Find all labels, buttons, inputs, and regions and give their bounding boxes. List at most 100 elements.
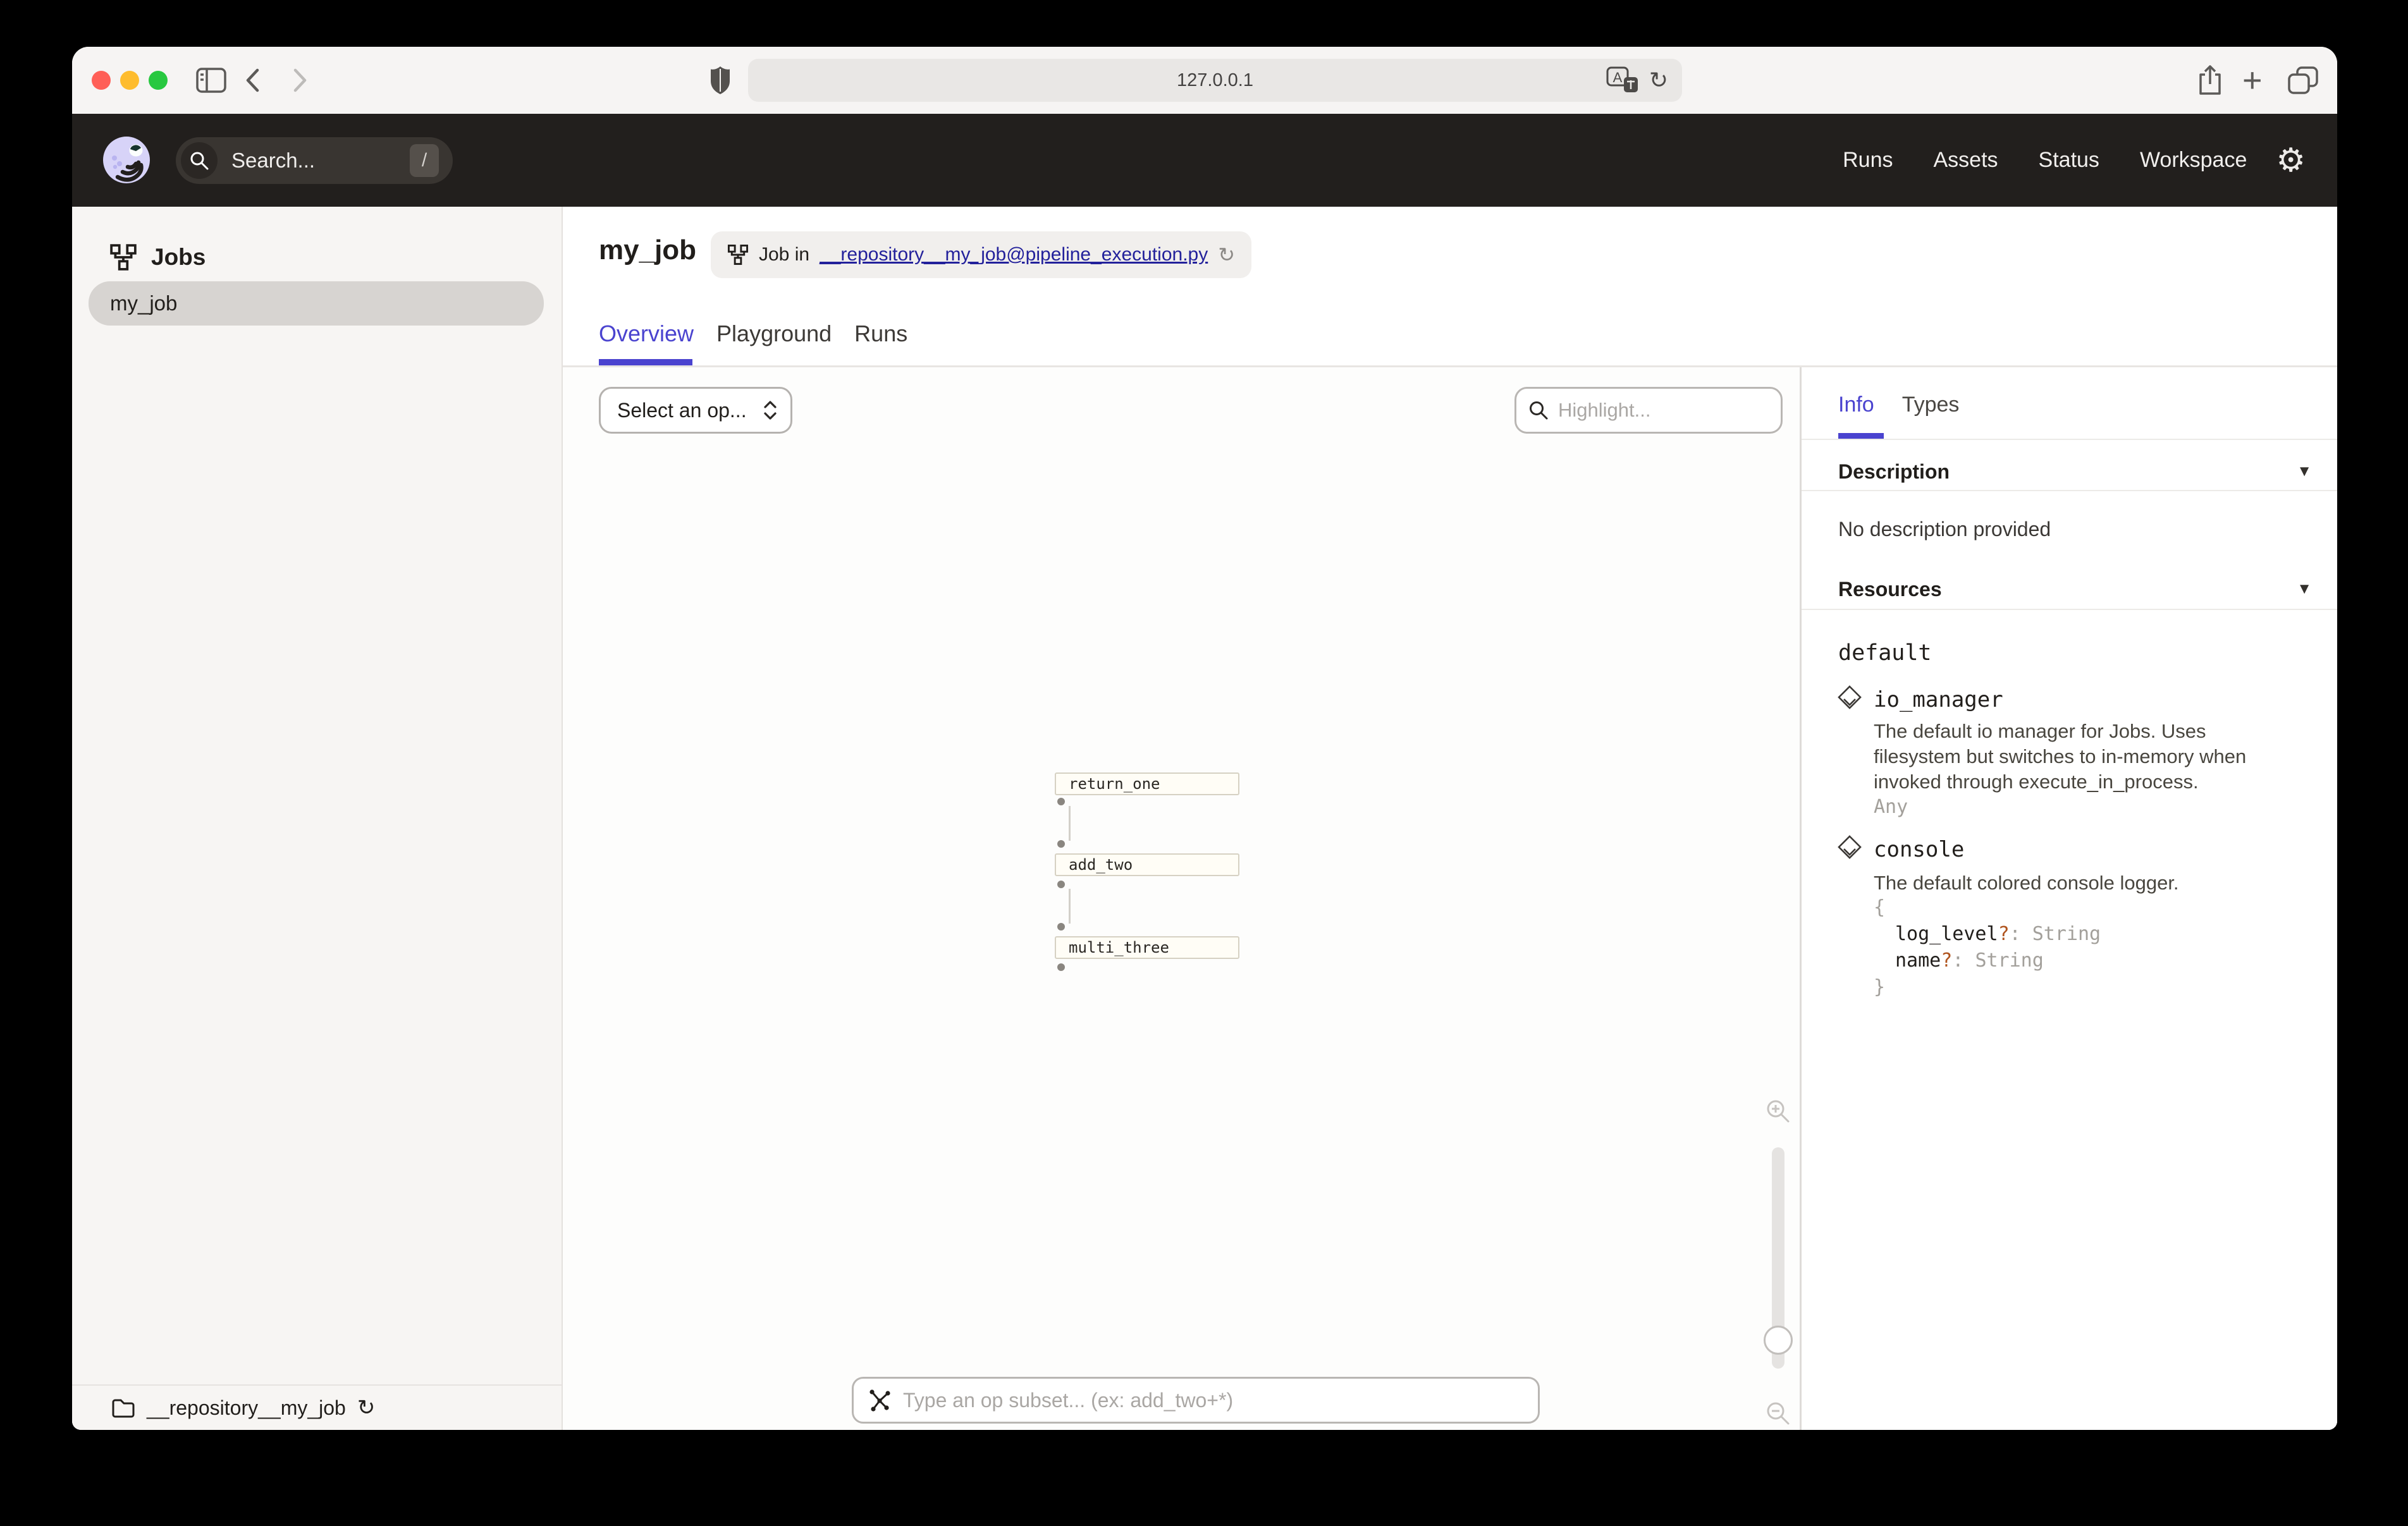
settings-gear-icon[interactable]: ⚙ bbox=[2276, 144, 2306, 177]
browser-window: 127.0.0.1 A ↻ + bbox=[72, 47, 2337, 1430]
sidebar-toggle-icon[interactable] bbox=[196, 47, 226, 114]
job-tabs: Overview Playground Runs bbox=[599, 320, 907, 347]
nav-workspace[interactable]: Workspace bbox=[2140, 148, 2247, 173]
op-graph-canvas[interactable]: Select an op... return_one add_two bbox=[563, 367, 1800, 1430]
config-entry: log_level?: String bbox=[1874, 921, 2101, 948]
zoom-out-icon[interactable] bbox=[1764, 1400, 1792, 1427]
zoom-slider-handle[interactable] bbox=[1764, 1326, 1793, 1355]
desktop-background: { "browser": { "url": "127.0.0.1" }, "ap… bbox=[0, 0, 2408, 1526]
repository-row[interactable]: __repository__my_job ↻ bbox=[72, 1384, 562, 1430]
sidebar-item-my-job[interactable]: my_job bbox=[89, 281, 544, 326]
folder-icon bbox=[111, 1397, 135, 1419]
overview-body: Select an op... return_one add_two bbox=[563, 367, 2337, 1430]
output-handle bbox=[1057, 881, 1065, 888]
repository-file-link[interactable]: __repository__my_job@pipeline_execution.… bbox=[820, 244, 1208, 266]
op-subset-filter[interactable] bbox=[852, 1377, 1540, 1424]
description-title: Description bbox=[1838, 460, 1950, 484]
forward-button[interactable] bbox=[292, 47, 309, 114]
resource-type: Any bbox=[1874, 796, 1908, 818]
resource-name-io-manager: io_manager bbox=[1874, 687, 2003, 712]
global-search[interactable]: Search... / bbox=[176, 137, 453, 184]
op-selector-dropdown[interactable]: Select an op... bbox=[599, 387, 792, 434]
new-tab-button[interactable]: + bbox=[2242, 47, 2263, 114]
output-handle bbox=[1057, 963, 1065, 971]
privacy-shield-icon[interactable] bbox=[710, 47, 731, 114]
job-reload-icon[interactable]: ↻ bbox=[1218, 245, 1235, 265]
job-info-panel: Info Types Description ▼ No description … bbox=[1800, 367, 2337, 1430]
job-breadcrumb-pill: Job in __repository__my_job@pipeline_exe… bbox=[711, 231, 1251, 278]
resource-description: The default colored console logger. bbox=[1874, 870, 2291, 896]
resource-icon bbox=[1837, 834, 1862, 860]
tab-playground[interactable]: Playground bbox=[716, 320, 832, 347]
highlight-input[interactable] bbox=[1558, 399, 1748, 422]
chevron-down-icon: ▼ bbox=[2297, 580, 2312, 598]
svg-text:A: A bbox=[1612, 70, 1622, 85]
search-shortcut-badge: / bbox=[410, 144, 439, 177]
browser-toolbar: 127.0.0.1 A ↻ + bbox=[72, 47, 2337, 114]
tab-overview[interactable]: Overview bbox=[599, 320, 694, 347]
op-subset-input[interactable] bbox=[903, 1389, 1504, 1412]
close-window-button[interactable] bbox=[92, 71, 111, 90]
main-column: my_job Job in __repository__my_job@pipel… bbox=[563, 207, 2337, 1430]
search-placeholder: Search... bbox=[231, 149, 315, 173]
panel-tab-types[interactable]: Types bbox=[1902, 393, 1960, 417]
resource-icon bbox=[1837, 685, 1862, 710]
op-node-add-two[interactable]: add_two bbox=[1055, 853, 1239, 876]
zoom-in-icon[interactable] bbox=[1764, 1097, 1792, 1125]
window-controls bbox=[92, 47, 177, 114]
page-title: my_job bbox=[599, 235, 696, 266]
input-handle bbox=[1057, 923, 1065, 931]
panel-tab-info[interactable]: Info bbox=[1838, 393, 1874, 417]
description-empty-text: No description provided bbox=[1838, 518, 2051, 541]
description-section-header[interactable]: Description ▼ bbox=[1838, 453, 2312, 490]
dagster-logo[interactable] bbox=[100, 134, 153, 187]
divider bbox=[1802, 439, 2337, 440]
app-header: Search... / Runs Assets Status Workspace… bbox=[72, 114, 2337, 207]
config-entry: name?: String bbox=[1874, 948, 2101, 974]
tab-runs[interactable]: Runs bbox=[854, 320, 907, 347]
page-content: Jobs my_job __repository__my_job ↻ my_jo… bbox=[72, 207, 2337, 1430]
top-nav: Runs Assets Status Workspace bbox=[1843, 148, 2247, 173]
divider bbox=[1802, 609, 2337, 610]
resources-section-header[interactable]: Resources ▼ bbox=[1838, 571, 2312, 607]
input-handle bbox=[1057, 840, 1065, 848]
minimize-window-button[interactable] bbox=[120, 71, 139, 90]
op-graph-filter-icon bbox=[868, 1388, 893, 1413]
op-node-multi-three[interactable]: multi_three bbox=[1055, 936, 1239, 959]
op-node-return-one[interactable]: return_one bbox=[1055, 772, 1239, 795]
url-text: 127.0.0.1 bbox=[1177, 70, 1253, 91]
fullscreen-window-button[interactable] bbox=[149, 71, 168, 90]
repository-reload-icon[interactable]: ↻ bbox=[357, 1397, 376, 1419]
config-brace: { bbox=[1874, 894, 2101, 921]
nav-assets[interactable]: Assets bbox=[1934, 148, 1998, 173]
highlight-search[interactable] bbox=[1514, 387, 1783, 434]
nav-runs[interactable]: Runs bbox=[1843, 148, 1893, 173]
divider bbox=[1802, 490, 2337, 491]
panel-active-tab-underline bbox=[1838, 433, 1884, 439]
chevron-down-icon: ▼ bbox=[2297, 463, 2312, 480]
config-brace: } bbox=[1874, 974, 2101, 1001]
job-graph-icon bbox=[727, 244, 749, 266]
share-icon[interactable] bbox=[2197, 47, 2223, 114]
sidebar-header: Jobs bbox=[109, 243, 206, 271]
resource-name-console: console bbox=[1874, 837, 1964, 862]
search-icon bbox=[181, 142, 218, 179]
tab-overview-icon[interactable] bbox=[2288, 47, 2318, 114]
logger-config-schema: { log_level?: String name?: String } bbox=[1874, 894, 2101, 1001]
translate-icon[interactable]: A bbox=[1606, 66, 1639, 94]
resources-title: Resources bbox=[1838, 578, 1942, 601]
nav-status[interactable]: Status bbox=[2039, 148, 2099, 173]
chevron-up-down-icon bbox=[763, 399, 778, 422]
sidebar-title: Jobs bbox=[151, 244, 206, 271]
jobs-sidebar: Jobs my_job __repository__my_job ↻ bbox=[72, 207, 563, 1430]
back-button[interactable] bbox=[244, 47, 261, 114]
output-handle bbox=[1057, 798, 1065, 805]
edge-connector bbox=[1069, 889, 1071, 924]
address-bar[interactable]: 127.0.0.1 A ↻ bbox=[748, 59, 1682, 102]
op-selector-label: Select an op... bbox=[617, 399, 747, 422]
active-tab-underline bbox=[599, 359, 692, 365]
reload-icon[interactable]: ↻ bbox=[1649, 69, 1668, 92]
job-header: my_job Job in __repository__my_job@pipel… bbox=[563, 207, 2337, 367]
panel-tabs: Info Types bbox=[1838, 393, 1959, 417]
resource-group-name: default bbox=[1838, 640, 1932, 666]
